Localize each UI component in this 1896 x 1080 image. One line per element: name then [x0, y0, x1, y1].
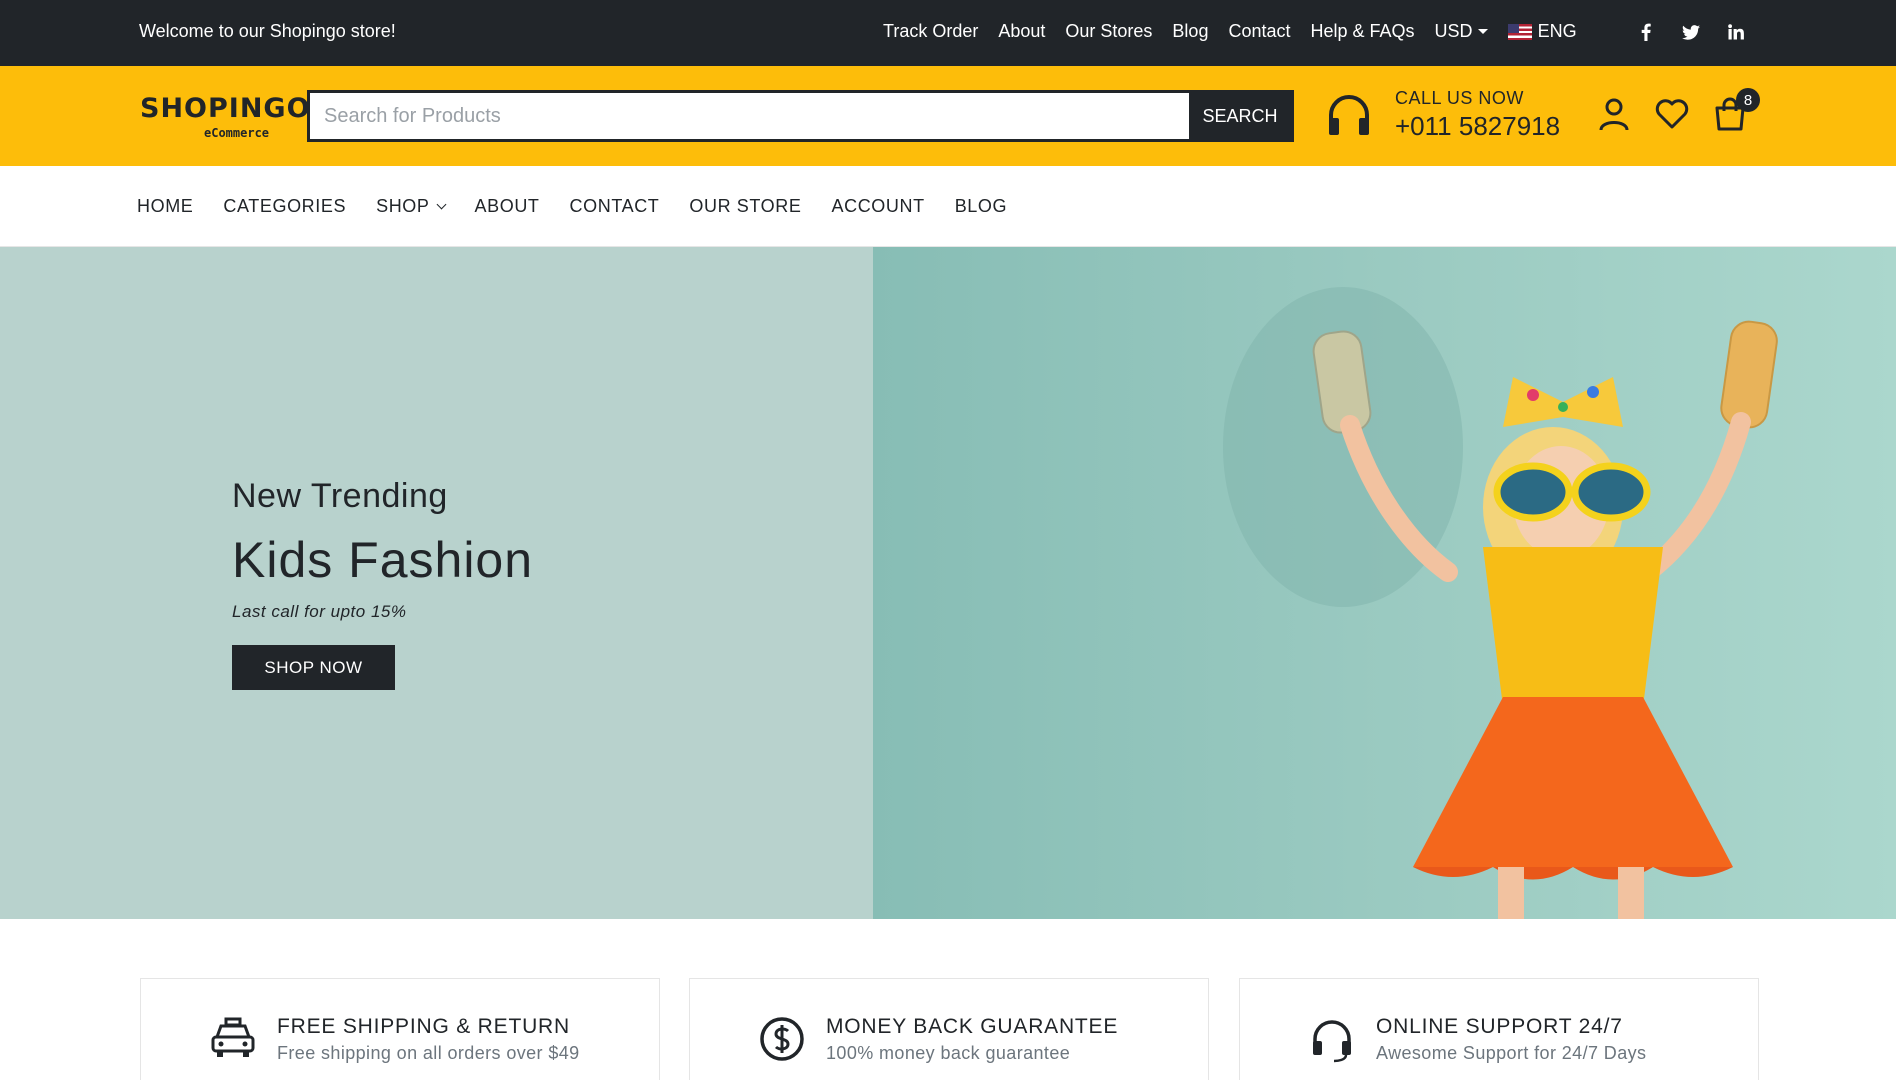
call-us: CALL US NOW +011 5827918: [1325, 88, 1560, 142]
shop-now-button[interactable]: SHOP NOW: [232, 645, 395, 690]
linkedin-icon[interactable]: [1726, 20, 1746, 44]
nav-shop-label: SHOP: [376, 196, 430, 216]
cart-icon[interactable]: 8: [1712, 88, 1760, 132]
taxi-icon: [211, 1017, 255, 1057]
track-order-link[interactable]: Track Order: [883, 21, 978, 42]
us-flag-icon: [1507, 23, 1532, 40]
feature-support: ONLINE SUPPORT 24/7 Awesome Support for …: [1239, 978, 1759, 1080]
nav-our-store[interactable]: OUR STORE: [689, 196, 801, 217]
nav-about[interactable]: ABOUT: [475, 196, 540, 217]
kid-photo-illustration: [1223, 287, 1778, 919]
chevron-down-icon: [436, 199, 446, 210]
top-bar: Welcome to our Shopingo store! Track Ord…: [0, 0, 1896, 66]
hero-image: [873, 247, 1896, 919]
about-link[interactable]: About: [998, 21, 1045, 42]
header-actions: 8: [1596, 88, 1770, 132]
nav-categories[interactable]: CATEGORIES: [223, 196, 346, 217]
currency-label: USD: [1434, 21, 1473, 41]
feature-desc: 100% money back guarantee: [826, 1043, 1071, 1063]
logo[interactable]: SHOPINGO eCommerce: [140, 93, 311, 140]
blog-link[interactable]: Blog: [1172, 21, 1208, 42]
headphones-icon: [1329, 95, 1369, 135]
our-stores-link[interactable]: Our Stores: [1065, 21, 1152, 42]
language-label: ENG: [1537, 21, 1577, 41]
call-phone[interactable]: +011 5827918: [1395, 111, 1560, 142]
nav-account[interactable]: ACCOUNT: [831, 196, 924, 217]
main-header: SHOPINGO eCommerce SEARCH CALL US NOW +0…: [0, 66, 1896, 166]
cart-count-badge: 8: [1736, 88, 1760, 112]
top-links: Track Order About Our Stores Blog Contac…: [883, 21, 1577, 42]
contact-link[interactable]: Contact: [1228, 21, 1290, 42]
headphones-icon: [1313, 1020, 1351, 1063]
logo-subtitle: eCommerce: [204, 126, 270, 140]
search-bar: SEARCH: [307, 90, 1294, 142]
dollar-circle-icon: [760, 1017, 804, 1061]
feature-desc: Free shipping on all orders over $49: [277, 1043, 580, 1063]
hero-subtitle: New Trending: [232, 477, 448, 515]
user-icon[interactable]: [1596, 96, 1632, 132]
logo-brand: SHOPINGO: [140, 93, 311, 124]
feature-desc: Awesome Support for 24/7 Days: [1376, 1043, 1647, 1063]
nav-contact[interactable]: CONTACT: [570, 196, 660, 217]
hero-banner: New Trending Kids Fashion Last call for …: [0, 247, 1896, 919]
feature-money-back: MONEY BACK GUARANTEE 100% money back gua…: [689, 978, 1209, 1080]
feature-shipping: FREE SHIPPING & RETURN Free shipping on …: [140, 978, 660, 1080]
language-selector[interactable]: ENG: [1507, 21, 1577, 42]
help-faqs-link[interactable]: Help & FAQs: [1311, 21, 1415, 42]
search-input[interactable]: [310, 93, 1189, 139]
feature-title: FREE SHIPPING & RETURN: [277, 1015, 570, 1038]
twitter-icon[interactable]: [1681, 20, 1701, 44]
currency-selector[interactable]: USD: [1435, 21, 1488, 42]
nav-home[interactable]: HOME: [137, 196, 193, 217]
hero-title: Kids Fashion: [232, 532, 534, 588]
social-links: [1636, 20, 1771, 44]
call-label: CALL US NOW: [1395, 88, 1524, 108]
nav-shop[interactable]: SHOP: [376, 196, 446, 217]
main-nav: HOME CATEGORIES SHOP ABOUT CONTACT OUR S…: [0, 166, 1896, 247]
features-row: FREE SHIPPING & RETURN Free shipping on …: [0, 978, 1896, 1080]
nav-blog[interactable]: BLOG: [955, 196, 1007, 217]
heart-icon[interactable]: [1654, 96, 1690, 132]
welcome-text: Welcome to our Shopingo store!: [139, 21, 396, 41]
search-button[interactable]: SEARCH: [1189, 93, 1291, 139]
feature-title: ONLINE SUPPORT 24/7: [1376, 1015, 1623, 1038]
facebook-icon[interactable]: [1636, 20, 1656, 44]
caret-down-icon: [1477, 29, 1488, 34]
feature-title: MONEY BACK GUARANTEE: [826, 1015, 1119, 1038]
hero-text-panel: New Trending Kids Fashion Last call for …: [0, 247, 873, 919]
hero-tagline: Last call for upto 15%: [232, 602, 407, 621]
